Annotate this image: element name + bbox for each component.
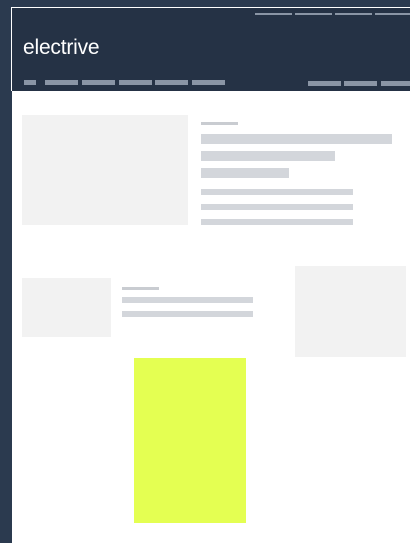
site-logo[interactable]: electrive [23, 35, 100, 61]
article-title-line-1[interactable] [122, 297, 253, 303]
utility-link-2[interactable] [295, 13, 332, 15]
nav-right-item-2[interactable] [344, 81, 377, 86]
featured-article-title-line-2[interactable] [201, 151, 335, 161]
featured-article-image[interactable] [22, 115, 188, 225]
featured-article-title-line-3[interactable] [201, 168, 289, 178]
article-title-line-2[interactable] [122, 311, 253, 317]
page-left-edge [0, 91, 12, 543]
nav-item-2[interactable] [82, 80, 115, 85]
nav-item-1[interactable] [45, 80, 78, 85]
nav-menu-icon[interactable] [24, 80, 36, 85]
nav-right-item-1[interactable] [308, 81, 341, 86]
site-header: electrive [11, 7, 410, 91]
sidebar-ad-placeholder [295, 266, 406, 357]
nav-right-item-3[interactable] [381, 81, 410, 86]
nav-item-4[interactable] [155, 80, 188, 85]
featured-article-teaser-line-2 [201, 204, 353, 210]
article-thumbnail[interactable] [22, 278, 111, 337]
nav-item-5[interactable] [192, 80, 225, 85]
featured-article-teaser-line-3 [201, 219, 353, 225]
utility-link-1[interactable] [255, 13, 292, 15]
utility-link-3[interactable] [335, 13, 372, 15]
utility-link-4[interactable] [375, 13, 410, 15]
article-category[interactable] [122, 287, 159, 290]
featured-article-title-line-1[interactable] [201, 134, 392, 144]
featured-article-category[interactable] [201, 122, 238, 125]
nav-item-3[interactable] [119, 80, 152, 85]
advertisement-banner[interactable] [134, 358, 246, 523]
featured-article-teaser-line-1 [201, 189, 353, 195]
